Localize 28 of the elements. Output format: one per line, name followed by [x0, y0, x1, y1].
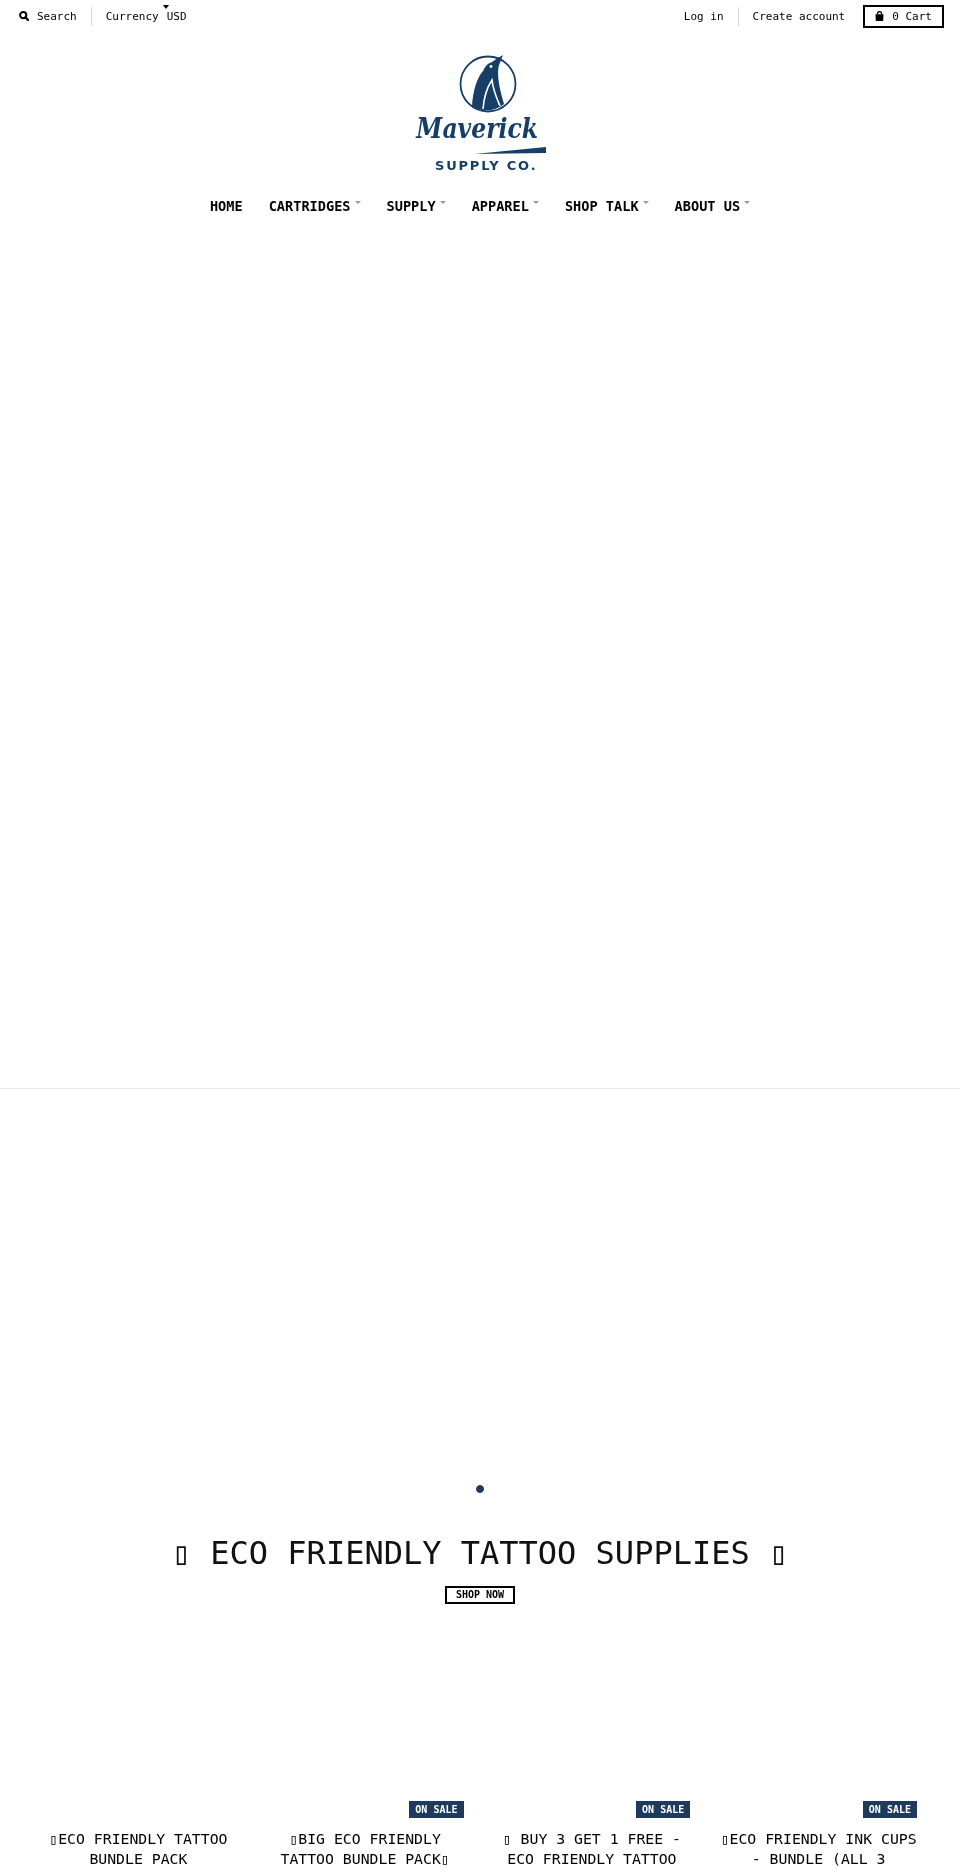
nav-link[interactable]: SHOP TALK: [564, 196, 649, 216]
sale-badge: ON SALE: [409, 1801, 464, 1818]
shop-now-button[interactable]: SHOP NOW: [444, 1586, 516, 1604]
hero-heading: ▯ ECO FRIENDLY TATTOO SUPPLIES ▯: [171, 1534, 789, 1572]
currency-select[interactable]: USD: [162, 8, 187, 24]
create-account-link[interactable]: Create account: [752, 8, 846, 24]
cart-button[interactable]: 0 Cart: [863, 4, 944, 28]
nav-link[interactable]: CARTRIDGES: [268, 196, 361, 216]
slide-dot-icon[interactable]: [476, 1485, 484, 1493]
penguin-emblem-icon: [459, 55, 516, 113]
product-title[interactable]: ▯BIG ECO FRIENDLY TATTOO BUNDLE PACK▯: [261, 1829, 469, 1869]
product-title[interactable]: ▯ECO FRIENDLY TATTOO BUNDLE PACK: [35, 1829, 242, 1869]
nav-link[interactable]: ABOUT US: [674, 196, 751, 216]
caret-icon: [162, 4, 169, 9]
product-title[interactable]: ▯ BUY 3 GET 1 FREE - ECO FRIENDLY TATTOO: [488, 1829, 696, 1869]
currency-label: Currency: [105, 8, 159, 24]
nav-link[interactable]: APPAREL: [471, 196, 539, 216]
logo-wordmark: Maverick: [415, 112, 538, 145]
product-title[interactable]: ▯ECO FRIENDLY INK CUPS - BUNDLE (ALL 3: [715, 1829, 922, 1869]
search-icon: [19, 11, 29, 21]
sale-badge: ON SALE: [636, 1801, 691, 1818]
login-link[interactable]: Log in: [683, 8, 724, 24]
nav-link[interactable]: HOME: [209, 196, 243, 216]
shopping-bag-icon: [875, 11, 885, 21]
nav-link[interactable]: SUPPLY: [386, 196, 446, 216]
logo-tagline: SUPPLY CO.: [434, 158, 537, 173]
sale-badge: ON SALE: [862, 1801, 917, 1818]
search-link[interactable]: Search: [19, 8, 77, 24]
